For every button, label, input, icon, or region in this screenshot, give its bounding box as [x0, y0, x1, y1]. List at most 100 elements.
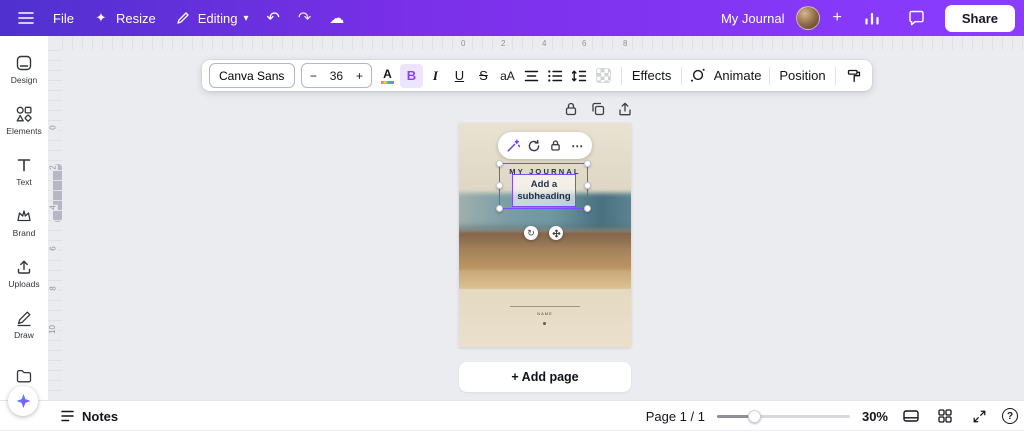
selection-context-toolbar: ⋯ [498, 132, 592, 159]
canvas-page[interactable]: MY JOURNAL Add a subheading ⋯ ↻ NAME [459, 123, 631, 347]
editing-mode-label: Editing [197, 10, 238, 26]
save-status-button[interactable]: ☁ [321, 4, 352, 32]
move-icon [551, 228, 561, 238]
statusbar-right-group: Page 1 / 1 30% ? [646, 401, 1018, 431]
rotate-handle[interactable]: ↻ [524, 226, 538, 240]
selection-handle-mid-right[interactable] [584, 182, 591, 189]
italic-button[interactable]: I [424, 64, 447, 88]
sidebar-item-draw[interactable]: Draw [1, 301, 47, 348]
zoom-slider-knob[interactable] [748, 409, 762, 423]
sidebar-item-elements[interactable]: Elements [1, 97, 47, 144]
toolbar-divider [768, 66, 770, 85]
selection-handle-bottom-right[interactable] [584, 205, 591, 212]
comments-button[interactable] [900, 4, 934, 32]
selection-handle-mid-left[interactable] [496, 182, 503, 189]
subheading-text-box[interactable]: Add a subheading [512, 174, 576, 207]
effects-button[interactable]: Effects [628, 64, 675, 88]
font-size-decrease-button[interactable]: − [302, 69, 325, 83]
pages-view-button[interactable] [900, 405, 922, 427]
bullet-list-icon [547, 69, 563, 83]
share-button[interactable]: Share [944, 4, 1015, 32]
watercolor-bottom-wash [459, 289, 631, 347]
question-mark-icon: ? [1006, 410, 1014, 422]
editing-mode-button[interactable]: Editing ▾ [166, 4, 257, 32]
sidebar-item-brand[interactable]: Brand [1, 199, 47, 246]
line-spacing-button[interactable] [568, 64, 591, 88]
top-bar: File ✦ Resize Editing ▾ ↶ ↷ ☁ My Journal… [0, 0, 1024, 36]
bullet-list-button[interactable] [544, 64, 567, 88]
animate-button[interactable]: Animate [688, 64, 763, 88]
elements-icon [15, 105, 33, 123]
grid-view-button[interactable] [934, 405, 956, 427]
file-menu-button[interactable]: File [45, 6, 82, 31]
name-underline [510, 306, 580, 307]
duplicate-page-button[interactable] [587, 99, 609, 119]
brand-icon [15, 207, 33, 225]
text-color-button[interactable]: A [376, 64, 399, 88]
text-case-button[interactable]: aA [496, 64, 519, 88]
ruler-tick-label: 0 [48, 124, 58, 131]
pages-view-icon [902, 408, 920, 424]
insights-button[interactable] [855, 4, 889, 32]
comment-bubble-icon [908, 9, 926, 27]
fullscreen-button[interactable] [968, 405, 990, 427]
watercolor-brown-band [459, 231, 631, 273]
lock-element-button[interactable] [548, 137, 564, 154]
folder-icon [15, 367, 33, 385]
ruler-tick-label: 6 [580, 39, 589, 48]
lock-icon [549, 139, 562, 152]
selection-handle-bottom-left[interactable] [496, 205, 503, 212]
file-menu-label: File [53, 10, 74, 26]
alignment-button[interactable] [520, 64, 543, 88]
canva-ai-button[interactable] [8, 386, 38, 416]
menu-button[interactable] [9, 4, 43, 32]
add-page-button[interactable]: + Add page [459, 362, 631, 392]
magic-write-button[interactable] [505, 137, 521, 154]
sidebar-item-design[interactable]: Design [1, 46, 47, 93]
underline-button[interactable]: U [448, 64, 471, 88]
move-handle[interactable] [549, 226, 563, 240]
notes-button[interactable]: Notes [60, 401, 118, 431]
animate-icon [690, 68, 705, 83]
left-sidebar: Design Elements Text Brand Uploads Draw [0, 36, 48, 400]
undo-button[interactable]: ↶ [258, 3, 287, 33]
undo-icon: ↶ [266, 10, 280, 27]
resize-label: Resize [115, 10, 156, 26]
font-size-value[interactable]: 36 [325, 69, 348, 83]
sidebar-item-label: Elements [6, 126, 42, 136]
sidebar-item-text[interactable]: Text [1, 148, 47, 195]
font-size-increase-button[interactable]: + [348, 69, 371, 83]
regenerate-button[interactable] [527, 137, 543, 154]
font-family-selector[interactable]: Canva Sans [209, 63, 295, 88]
ruler-tick-label: 0 [459, 39, 468, 48]
ruler-tick-label: 4 [540, 39, 549, 48]
ruler-tick-label: 2 [499, 39, 508, 48]
lock-page-button[interactable] [560, 99, 582, 119]
ruler-tick-label: 4 [48, 204, 58, 211]
copy-style-button[interactable] [842, 64, 865, 88]
sidebar-item-label: Brand [12, 228, 36, 238]
document-title[interactable]: My Journal [721, 11, 785, 26]
avatar[interactable] [795, 6, 820, 30]
redo-button[interactable]: ↷ [290, 3, 319, 33]
selection-handle-top-left[interactable] [496, 160, 503, 167]
name-label[interactable]: NAME [476, 312, 614, 317]
position-button[interactable]: Position [776, 64, 829, 88]
more-options-button[interactable]: ⋯ [570, 137, 586, 154]
bold-button[interactable]: B [399, 63, 423, 88]
resize-button[interactable]: ✦ Resize [84, 4, 164, 32]
export-page-button[interactable] [614, 99, 636, 119]
invite-members-button[interactable]: + [831, 8, 844, 28]
text-icon [15, 156, 33, 174]
selection-handle-top-right[interactable] [584, 160, 591, 167]
zoom-level[interactable]: 30% [862, 409, 888, 424]
subheading-text: Add a subheading [517, 178, 571, 202]
strikethrough-button[interactable]: S [472, 64, 495, 88]
transparency-button[interactable] [592, 64, 615, 88]
zoom-slider[interactable] [716, 409, 850, 423]
uploads-icon [15, 258, 33, 276]
sidebar-item-label: Design [10, 75, 38, 85]
help-button[interactable]: ? [1002, 408, 1018, 424]
sidebar-item-uploads[interactable]: Uploads [1, 250, 47, 297]
vertical-ruler: 0 2 4 6 8 10 [47, 50, 62, 400]
